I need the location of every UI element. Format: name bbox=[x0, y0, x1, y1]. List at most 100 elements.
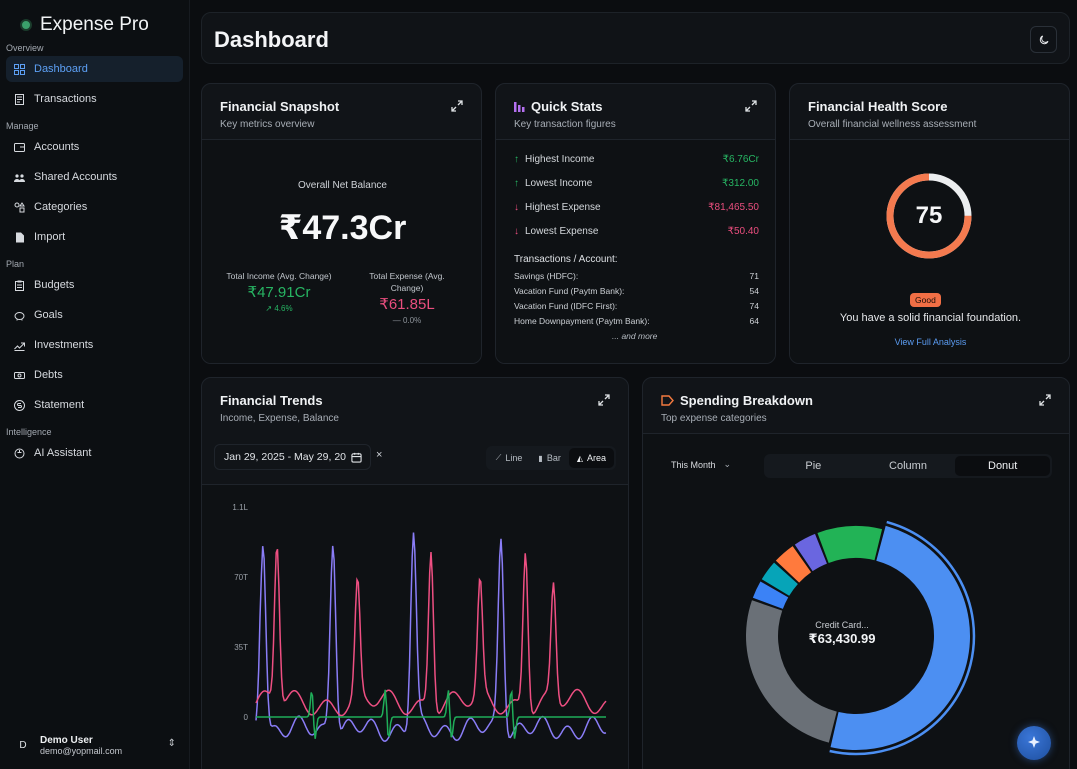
sidebar-item-goals[interactable]: Goals bbox=[6, 302, 183, 328]
view-full-analysis-link[interactable]: View Full Analysis bbox=[790, 337, 1069, 347]
stat-value: ₹312.00 bbox=[722, 177, 759, 189]
sidebar-item-label: Categories bbox=[34, 201, 88, 213]
status-badge: Good bbox=[910, 293, 941, 307]
nav-section-plan: Plan bbox=[6, 259, 25, 269]
clipboard-icon bbox=[14, 280, 25, 291]
stat-value: ₹50.40 bbox=[727, 225, 759, 237]
expense-value: ₹61.85L bbox=[379, 296, 435, 313]
mode-area[interactable]: ◭ Area bbox=[568, 448, 614, 468]
income-summary: Total Income (Avg. Change) ₹47.91Cr ↗ 4.… bbox=[224, 270, 334, 313]
arrow-up-icon: ↑ bbox=[514, 153, 519, 165]
sidebar-item-label: Dashboard bbox=[34, 63, 88, 75]
sidebar-item-categories[interactable]: Categories bbox=[6, 194, 183, 220]
sidebar-item-import[interactable]: Import bbox=[6, 224, 183, 250]
chevrons-up-down-icon[interactable]: ⇕ bbox=[168, 738, 176, 749]
users-icon bbox=[14, 172, 25, 183]
account-count: 64 bbox=[749, 316, 759, 326]
date-range-value: Jan 29, 2025 - May 29, 20 bbox=[224, 451, 346, 463]
donut-slice[interactable] bbox=[817, 526, 883, 563]
account-name: Savings (HDFC): bbox=[514, 271, 579, 281]
sidebar-item-label: Import bbox=[34, 231, 66, 243]
health-message: You have a solid financial foundation. bbox=[839, 312, 1022, 324]
card-title: Financial Health Score bbox=[808, 99, 948, 114]
sidebar-item-label: Accounts bbox=[34, 141, 80, 153]
user-name: Demo User bbox=[40, 734, 93, 746]
clear-date-icon[interactable]: × bbox=[376, 449, 382, 461]
income-label: Total Income (Avg. Change) bbox=[226, 271, 332, 281]
sidebar-item-ai-assistant[interactable]: AI Assistant bbox=[6, 440, 183, 466]
dollar-circle-icon bbox=[14, 399, 25, 411]
card-subtitle: Income, Expense, Balance bbox=[220, 413, 339, 424]
stat-label: Highest Expense bbox=[525, 201, 601, 213]
y-tick-label: 0 bbox=[244, 713, 249, 722]
account-row: Vacation Fund (IDFC First): 74 bbox=[514, 301, 759, 315]
date-range-picker[interactable]: Jan 29, 2025 - May 29, 20 bbox=[214, 444, 371, 470]
sidebar-nav: Overview Dashboard Transactions Manage Accou… bbox=[0, 40, 189, 466]
y-tick-label: 1.1L bbox=[232, 503, 248, 512]
sidebar-item-statement[interactable]: Statement bbox=[6, 392, 183, 418]
stat-row: ↓ Lowest Expense ₹50.40 bbox=[514, 223, 759, 239]
y-tick-label: 70T bbox=[234, 573, 248, 582]
net-balance-label: Overall Net Balance bbox=[298, 180, 387, 191]
donut-center-value: ₹63,430.99 bbox=[808, 631, 876, 646]
health-score: 75 bbox=[915, 202, 943, 229]
arrow-down-icon: ↓ bbox=[514, 225, 519, 237]
sidebar-item-investments[interactable]: Investments bbox=[6, 332, 183, 358]
sidebar-item-label: Debts bbox=[34, 369, 63, 381]
sidebar-item-shared-accounts[interactable]: Shared Accounts bbox=[6, 164, 183, 190]
mode-line[interactable]: ⟋ Line bbox=[488, 448, 531, 468]
stat-row: ↑ Highest Income ₹6.76Cr bbox=[514, 151, 759, 167]
piggy-bank-icon bbox=[14, 310, 25, 321]
sidebar-item-accounts[interactable]: Accounts bbox=[6, 134, 183, 160]
user-menu[interactable]: D Demo User demo@yopmail.com ⇕ bbox=[0, 729, 190, 761]
spending-card: Spending Breakdown Top expense categorie… bbox=[642, 377, 1070, 769]
account-row: Vacation Fund (Paytm Bank): 54 bbox=[514, 286, 759, 300]
shapes-icon bbox=[14, 201, 25, 213]
sidebar-item-budgets[interactable]: Budgets bbox=[6, 272, 183, 298]
accounts-more: ... and more bbox=[612, 331, 658, 341]
tag-icon bbox=[661, 395, 674, 406]
brand[interactable]: Expense Pro bbox=[0, 0, 189, 40]
trending-icon bbox=[14, 340, 25, 351]
mode-bar[interactable]: ▮ Bar bbox=[530, 448, 568, 468]
income-change: ↗ 4.6% bbox=[224, 304, 334, 313]
sidebar-item-label: Investments bbox=[34, 339, 94, 351]
stat-value: ₹6.76Cr bbox=[722, 153, 759, 165]
health-gauge: 75 bbox=[883, 170, 975, 262]
card-subtitle: Key transaction figures bbox=[514, 119, 616, 130]
account-name: Vacation Fund (Paytm Bank): bbox=[514, 286, 625, 296]
minus-icon: — bbox=[392, 316, 403, 325]
trends-svg: 1.1L 70T 35T 0 bbox=[232, 503, 607, 742]
ai-assistant-button[interactable] bbox=[1017, 726, 1051, 760]
account-count: 71 bbox=[749, 271, 759, 281]
sidebar-item-label: Shared Accounts bbox=[34, 171, 118, 183]
expense-label: Total Expense (Avg. Change) bbox=[369, 271, 445, 293]
expand-icon[interactable] bbox=[745, 100, 757, 112]
arrow-up-icon: ↑ bbox=[514, 177, 519, 189]
nav-section-intelligence: Intelligence bbox=[6, 427, 52, 437]
page-header: Dashboard bbox=[201, 12, 1070, 64]
income-value: ₹47.91Cr bbox=[247, 284, 311, 301]
chart-mode-toggle: ⟋ Line ▮ Bar ◭ Area bbox=[485, 446, 616, 470]
account-count: 74 bbox=[749, 301, 759, 311]
theme-toggle-button[interactable] bbox=[1030, 26, 1057, 53]
grid-icon bbox=[14, 63, 25, 75]
sidebar-item-label: Statement bbox=[34, 399, 85, 411]
expand-icon[interactable] bbox=[1039, 394, 1051, 406]
expand-icon[interactable] bbox=[598, 394, 610, 406]
spending-title: Spending Breakdown bbox=[680, 393, 813, 408]
card-subtitle: Top expense categories bbox=[661, 413, 767, 424]
expense-change-value: 0.0% bbox=[403, 316, 422, 325]
sidebar-item-dashboard[interactable]: Dashboard bbox=[6, 56, 183, 82]
app-title: Expense Pro bbox=[40, 14, 149, 35]
sidebar: Expense Pro Overview Dashboard Transaction… bbox=[0, 0, 190, 769]
account-name: Vacation Fund (IDFC First): bbox=[514, 301, 618, 311]
income-change-value: 4.6% bbox=[274, 304, 293, 313]
bot-icon bbox=[14, 448, 25, 459]
sidebar-item-transactions[interactable]: Transactions bbox=[6, 86, 183, 112]
user-email: demo@yopmail.com bbox=[40, 745, 123, 756]
sidebar-item-debts[interactable]: Debts bbox=[6, 362, 183, 388]
expand-icon[interactable] bbox=[451, 100, 463, 112]
account-row: Home Downpayment (Paytm Bank): 64 bbox=[514, 316, 759, 330]
expense-summary: Total Expense (Avg. Change) ₹61.85L — 0.… bbox=[352, 270, 462, 325]
